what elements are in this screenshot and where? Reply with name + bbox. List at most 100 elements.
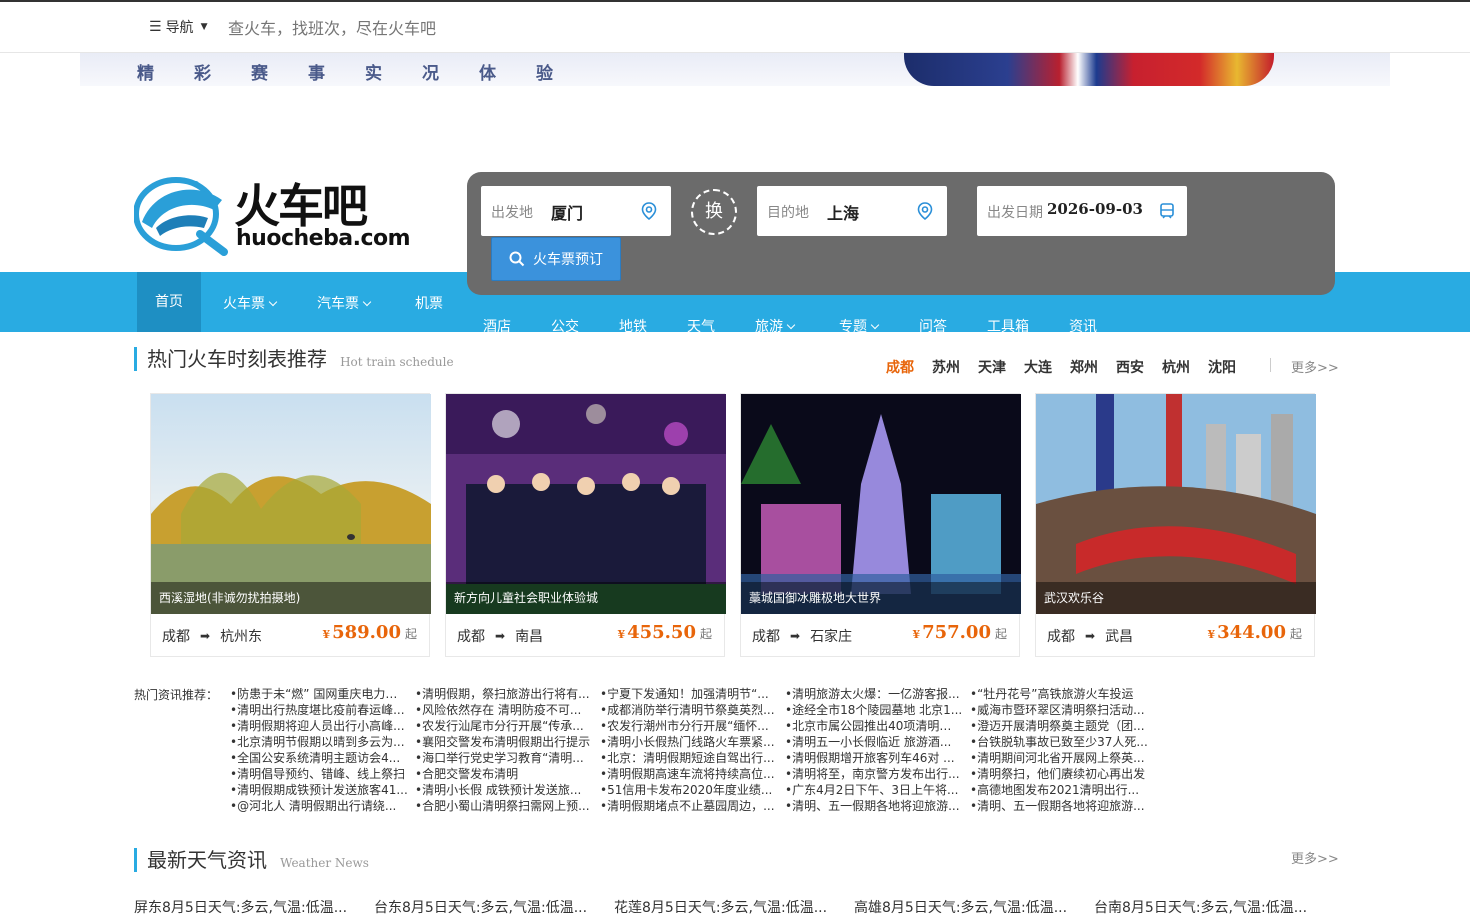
- news-link[interactable]: •合肥小蜀山清明祭扫需网上预...: [415, 798, 593, 814]
- news-link[interactable]: •清明期间河北省开展网上祭英...: [970, 750, 1148, 766]
- ad-banner[interactable]: 精彩赛事实况体验: [80, 53, 1390, 86]
- weather-news-link[interactable]: 高雄8月5日天气:多云,气温:低温...: [854, 897, 1094, 917]
- nav-item-topics[interactable]: 专题: [839, 316, 880, 336]
- departure-date-field[interactable]: 出发日期 2026-09-03: [977, 186, 1187, 236]
- city-tab[interactable]: 杭州: [1162, 357, 1190, 377]
- nav-item-flights[interactable]: 机票: [415, 293, 443, 313]
- news-link[interactable]: •清明假期高速车流将持续高位...: [600, 766, 778, 782]
- news-link[interactable]: •北京市属公园推出40项清明活动: [785, 718, 963, 734]
- weather-news-link[interactable]: 花莲8月5日天气:多云,气温:低温...: [614, 897, 854, 917]
- price-suffix: 起: [994, 627, 1007, 641]
- nav-menu-label: 导航: [165, 20, 194, 36]
- weather-more-link[interactable]: 更多>>: [1291, 848, 1339, 867]
- news-link[interactable]: •防患于未“燃” 国网重庆电力确...: [230, 686, 408, 702]
- from-station: 成都: [162, 629, 190, 645]
- nav-item-bus-tickets[interactable]: 汽车票: [317, 293, 372, 313]
- nav-item-bus[interactable]: 公交: [551, 316, 579, 336]
- news-link[interactable]: •清明、五一假期各地将迎旅游...: [970, 798, 1148, 814]
- news-link[interactable]: •北京清明节假期以晴到多云为...: [230, 734, 408, 750]
- news-link[interactable]: •清明祭扫，他们赓续初心再出发: [970, 766, 1148, 782]
- nav-item-weather[interactable]: 天气: [687, 316, 715, 336]
- news-column: •“牡丹花号”高铁旅游火车投运 •威海市暨环翠区清明祭扫活动... •澄迈开展清明祭…: [970, 686, 1148, 814]
- news-link[interactable]: •途经全市18个陵园墓地 北京1...: [785, 702, 963, 718]
- date-label: 出发日期: [987, 205, 1043, 221]
- news-link[interactable]: •襄阳交警发布清明假期出行提示: [415, 734, 593, 750]
- news-link[interactable]: •清明假期将迎人员出行小高峰...: [230, 718, 408, 734]
- section-title: 热门火车时刻表推荐: [147, 347, 327, 371]
- weather-news-link[interactable]: 屏东8月5日天气:多云,气温:低温...: [134, 897, 374, 917]
- news-link[interactable]: •农发行汕尾市分行开展“传承...: [415, 718, 593, 734]
- news-link[interactable]: •广东4月2日下午、3日上午将...: [785, 782, 963, 798]
- city-tab[interactable]: 沈阳: [1208, 357, 1236, 377]
- news-link[interactable]: •清明倡导预约、错峰、线上祭扫: [230, 766, 408, 782]
- news-link[interactable]: •澄迈开展清明祭奠主题党（团...: [970, 718, 1148, 734]
- city-tab[interactable]: 天津: [978, 357, 1006, 377]
- site-logo[interactable]: 火车吧 huocheba.com: [133, 170, 411, 256]
- more-link[interactable]: 更多>>: [1291, 357, 1339, 376]
- news-link[interactable]: •北京：清明假期短途自驾出行...: [600, 750, 778, 766]
- news-link[interactable]: •成都消防举行清明节祭奠英烈...: [600, 702, 778, 718]
- news-link[interactable]: •风险依然存在 清明防疫不可...: [415, 702, 593, 718]
- currency-symbol: ¥: [617, 628, 626, 641]
- nav-item-hotels[interactable]: 酒店: [483, 316, 511, 336]
- news-link[interactable]: •海口举行党史学习教育“清明...: [415, 750, 593, 766]
- news-link[interactable]: •清明旅游太火爆：一亿游客报...: [785, 686, 963, 702]
- train-card[interactable]: 西溪湿地(非诚勿扰拍摄地) 成都 ➡ 杭州东 ¥589.00 起: [150, 393, 431, 657]
- city-tab[interactable]: 西安: [1116, 357, 1144, 377]
- card-caption: 西溪湿地(非诚勿扰拍摄地): [151, 582, 431, 614]
- train-card[interactable]: 藁城国御冰雕极地大世界 成都 ➡ 石家庄 ¥757.00 起: [740, 393, 1021, 657]
- news-link[interactable]: •“牡丹花号”高铁旅游火车投运: [970, 686, 1148, 702]
- city-tab[interactable]: 苏州: [932, 357, 960, 377]
- from-label: 出发地: [491, 205, 533, 221]
- banner-char: 精: [137, 64, 156, 84]
- news-link[interactable]: •农发行潮州市分行开展“缅怀...: [600, 718, 778, 734]
- news-link[interactable]: •威海市暨环翠区清明祭扫活动...: [970, 702, 1148, 718]
- train-card[interactable]: 武汉欢乐谷 成都 ➡ 武昌 ¥344.00 起: [1035, 393, 1316, 657]
- news-link[interactable]: •合肥交警发布清明: [415, 766, 593, 782]
- banner-char: 验: [536, 64, 555, 84]
- city-tab[interactable]: 郑州: [1070, 357, 1098, 377]
- news-link[interactable]: •清明小长假热门线路火车票紧...: [600, 734, 778, 750]
- news-link[interactable]: •@河北人 清明假期出行请绕...: [230, 798, 408, 814]
- swap-button[interactable]: 换: [691, 189, 737, 235]
- chevron-down-icon: [362, 297, 372, 307]
- nav-item-toolbox[interactable]: 工具箱: [987, 316, 1029, 336]
- news-link[interactable]: •台铁脱轨事故已致至少37人死...: [970, 734, 1148, 750]
- book-train-ticket-button[interactable]: 火车票预订: [491, 237, 621, 281]
- top-bar: ☰ 导航 ▼: [0, 0, 1470, 53]
- news-link[interactable]: •51信用卡发布2020年度业绩...: [600, 782, 778, 798]
- nav-item-train-tickets[interactable]: 火车票: [223, 293, 278, 313]
- news-link[interactable]: •清明小长假 成铁预计发送旅...: [415, 782, 593, 798]
- route-arrow-icon: ➡: [200, 629, 211, 643]
- nav-item-metro[interactable]: 地铁: [619, 316, 647, 336]
- news-link[interactable]: •全国公安系统清明主题访会4...: [230, 750, 408, 766]
- nav-item-qa[interactable]: 问答: [919, 316, 947, 336]
- card-price: ¥589.00 起: [322, 622, 417, 643]
- city-tab[interactable]: 大连: [1024, 357, 1052, 377]
- news-link[interactable]: •清明假期，祭扫旅游出行将有...: [415, 686, 593, 702]
- news-link[interactable]: •清明、五一假期各地将迎旅游...: [785, 798, 963, 814]
- to-field[interactable]: 目的地 上海: [757, 186, 947, 236]
- news-link[interactable]: •清明假期成铁预计发送旅客41...: [230, 782, 408, 798]
- nav-item-home[interactable]: 首页: [137, 272, 201, 332]
- news-link[interactable]: •清明假期增开旅客列车46对 ...: [785, 750, 963, 766]
- nav-menu-button[interactable]: ☰ 导航 ▼: [149, 17, 207, 37]
- weather-news-link[interactable]: 台东8月5日天气:多云,气温:低温...: [374, 897, 614, 917]
- news-link[interactable]: •高德地图发布2021清明出行...: [970, 782, 1148, 798]
- news-link[interactable]: •清明假期堵点不止墓园周边，...: [600, 798, 778, 814]
- weather-news-link[interactable]: 台南8月5日天气:多云,气温:低温...: [1094, 897, 1334, 917]
- site-search-input[interactable]: [228, 16, 628, 40]
- card-caption: 藁城国御冰雕极地大世界: [741, 582, 1021, 614]
- from-field[interactable]: 出发地 厦门: [481, 186, 671, 236]
- news-link[interactable]: •清明将至，南京警方发布出行...: [785, 766, 963, 782]
- nav-item-news[interactable]: 资讯: [1069, 316, 1097, 336]
- news-link[interactable]: •清明五一小长假临近 旅游酒...: [785, 734, 963, 750]
- route-arrow-icon: ➡: [790, 629, 801, 643]
- nav-item-label: 火车票: [223, 296, 265, 312]
- train-card[interactable]: 新方向儿童社会职业体验城 成都 ➡ 南昌 ¥455.50 起: [445, 393, 726, 657]
- city-tab[interactable]: 成都: [886, 357, 914, 377]
- news-link[interactable]: •清明出行热度堪比疫前春运峰...: [230, 702, 408, 718]
- nav-item-travel[interactable]: 旅游: [755, 316, 796, 336]
- news-link[interactable]: •宁夏下发通知！加强清明节“...: [600, 686, 778, 702]
- train-icon: [1160, 203, 1174, 219]
